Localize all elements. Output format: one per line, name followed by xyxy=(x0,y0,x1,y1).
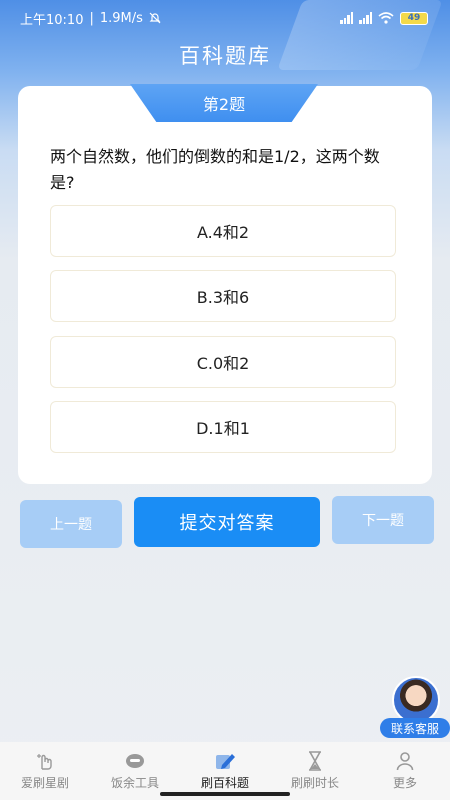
service-avatar-icon xyxy=(392,676,440,724)
question-text: 两个自然数，他们的倒数的和是1/2，这两个数是? xyxy=(50,147,380,192)
signal-icon xyxy=(340,12,353,24)
status-bar: 上午10:10 | 1.9M/s 49 xyxy=(0,0,450,36)
option-b[interactable]: B.3和6 xyxy=(50,270,396,322)
tab-label: 饭余工具 xyxy=(110,776,159,790)
page-title: 百科题库 xyxy=(179,44,271,68)
tab-label: 更多 xyxy=(392,776,417,790)
status-time: 上午10:10 xyxy=(20,12,84,28)
tab-label: 刷百科题 xyxy=(200,776,249,790)
status-speed: 1.9M/s xyxy=(99,10,143,26)
bell-off-icon xyxy=(149,12,161,24)
question-number-badge: 第2题 xyxy=(130,84,318,122)
signal-icon-2 xyxy=(359,12,372,24)
customer-service-button[interactable]: 联系客服 xyxy=(380,676,450,740)
option-d[interactable]: D.1和1 xyxy=(50,401,396,453)
tab-more[interactable]: 更多 xyxy=(360,742,450,800)
tab-label: 刷刷时长 xyxy=(290,776,339,790)
toolbox-icon xyxy=(124,751,146,771)
option-a[interactable]: A.4和2 xyxy=(50,205,396,257)
pencil-icon xyxy=(214,751,236,771)
hourglass-icon xyxy=(304,751,326,771)
tab-drama[interactable]: 爱刷星剧 xyxy=(0,742,90,800)
submit-answer-button[interactable]: 提交对答案 xyxy=(134,497,320,547)
question-card: 第2题 两个自然数，他们的倒数的和是1/2，这两个数是? A.4和2 B.3和6… xyxy=(18,84,432,484)
customer-service-label: 联系客服 xyxy=(380,718,450,738)
wifi-icon xyxy=(378,12,394,24)
prev-question-button[interactable]: 上一题 xyxy=(20,500,122,548)
tab-label: 爱刷星剧 xyxy=(20,776,69,790)
next-question-button[interactable]: 下一题 xyxy=(332,496,434,544)
hand-icon xyxy=(34,751,56,771)
user-icon xyxy=(394,751,416,771)
battery-icon: 49 xyxy=(400,11,428,25)
home-indicator xyxy=(160,792,290,796)
option-c[interactable]: C.0和2 xyxy=(50,336,396,388)
